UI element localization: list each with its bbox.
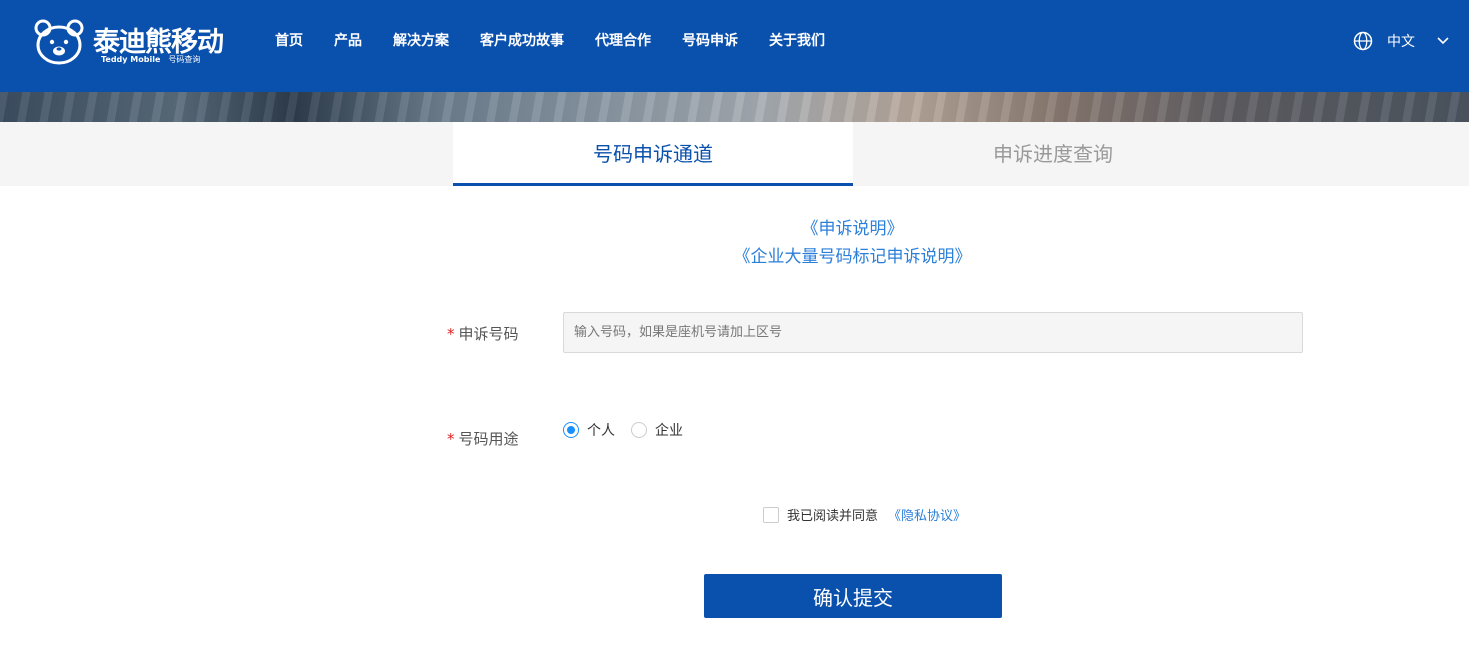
logo-subtext: Teddy Mobile 号码查询 [101, 54, 200, 65]
nav-item-solutions[interactable]: 解决方案 [393, 31, 449, 51]
nav-item-home[interactable]: 首页 [275, 31, 303, 51]
required-mark: * [447, 325, 455, 343]
privacy-agreement: 我已阅读并同意 《隐私协议》 [763, 505, 966, 524]
agree-checkbox[interactable] [763, 506, 779, 523]
logo-en-text: Teddy Mobile [101, 55, 161, 64]
nav-item-success-stories[interactable]: 客户成功故事 [480, 31, 564, 51]
logo-sub-text: 号码查询 [168, 55, 201, 64]
tab-number-appeal[interactable]: 号码申诉通道 [453, 122, 853, 186]
appeal-instructions-link[interactable]: 《申诉说明》 [802, 219, 904, 239]
submit-button[interactable]: 确认提交 [704, 574, 1002, 618]
radio-enterprise-circle[interactable] [631, 422, 647, 438]
radio-personal[interactable]: 个人 [563, 420, 615, 440]
hero-banner-image [0, 92, 1469, 122]
language-selector[interactable]: 中文 [1353, 31, 1449, 51]
appeal-number-label: * 申诉号码 [447, 323, 519, 344]
appeal-number-input[interactable] [563, 312, 1303, 353]
radio-personal-circle[interactable] [563, 422, 579, 438]
agree-text: 我已阅读并同意 [787, 509, 879, 524]
enterprise-instructions-row: 《企业大量号码标记申诉说明》 [0, 242, 1469, 267]
banner-overlay [0, 92, 1469, 122]
number-usage-label: * 号码用途 [447, 428, 519, 449]
required-mark: * [447, 430, 455, 448]
main-nav: 首页 产品 解决方案 客户成功故事 代理合作 号码申诉 关于我们 [275, 31, 856, 51]
privacy-policy-link[interactable]: 《隐私协议》 [888, 505, 966, 524]
teddy-bear-logo-icon [34, 19, 84, 65]
number-usage-label-text: 号码用途 [458, 430, 519, 448]
top-header: 泰迪熊移动 Teddy Mobile 号码查询 首页 产品 解决方案 客户成功故事… [0, 0, 1469, 92]
tab-bar: 号码申诉通道 申诉进度查询 [0, 122, 1469, 186]
language-label: 中文 [1387, 34, 1415, 50]
nav-item-partnership[interactable]: 代理合作 [595, 31, 651, 51]
logo[interactable]: 泰迪熊移动 Teddy Mobile 号码查询 [33, 16, 224, 68]
appeal-number-label-text: 申诉号码 [458, 325, 519, 343]
enterprise-instructions-link[interactable]: 《企业大量号码标记申诉说明》 [734, 247, 972, 267]
nav-item-products[interactable]: 产品 [334, 31, 362, 51]
tab-appeal-progress[interactable]: 申诉进度查询 [853, 122, 1253, 186]
chevron-down-icon [1437, 37, 1449, 45]
nav-item-about[interactable]: 关于我们 [769, 31, 825, 51]
globe-icon [1353, 31, 1373, 51]
nav-item-number-appeal[interactable]: 号码申诉 [682, 31, 738, 51]
appeal-instructions-row: 《申诉说明》 [0, 214, 1469, 239]
radio-enterprise[interactable]: 企业 [631, 420, 683, 440]
number-usage-radio-group: 个人 企业 [563, 420, 699, 440]
radio-enterprise-label: 企业 [655, 423, 683, 439]
radio-personal-label: 个人 [587, 423, 615, 439]
